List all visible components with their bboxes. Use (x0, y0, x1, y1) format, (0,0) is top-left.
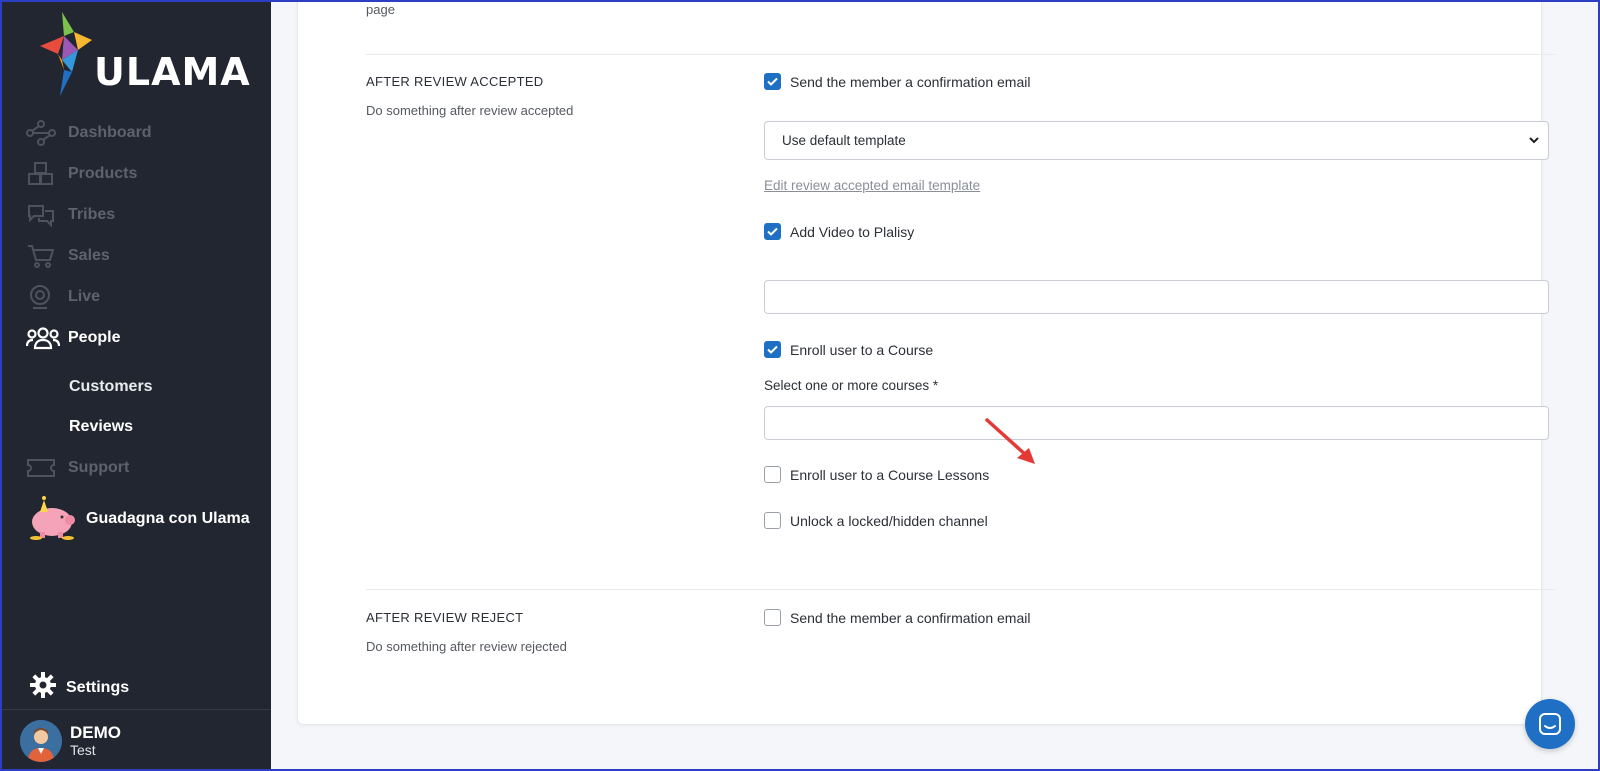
sidebar-item-tribes[interactable]: Tribes (26, 200, 115, 230)
checkbox-label: Enroll user to a Course (790, 341, 934, 358)
checkbox-label: Send the member a confirmation email (790, 609, 1031, 626)
section-desc-rejected: Do something after review rejected (366, 639, 567, 654)
sidebar-item-label: Tribes (68, 206, 116, 223)
annotation-arrow-icon (985, 418, 1035, 464)
chat-bubbles-icon (26, 202, 60, 228)
people-icon (26, 325, 60, 351)
sidebar-item-live[interactable]: Live (26, 282, 100, 312)
settings-card: page AFTER REVIEW ACCEPTED Do something … (297, 0, 1556, 725)
chat-icon (1539, 713, 1561, 735)
sidebar-item-label: Products (68, 165, 138, 182)
brand-logo[interactable]: ULAMA (34, 10, 250, 100)
promo-label: Guadagna con Ulama (86, 509, 250, 527)
ticket-icon (26, 455, 60, 481)
sidebar-item-people[interactable]: People (26, 323, 120, 353)
enroll-course-option[interactable]: Enroll user to a Course (764, 341, 933, 358)
brand-name: ULAMA (94, 50, 251, 94)
courses-input[interactable] (764, 406, 1549, 440)
user-name: DEMO (70, 723, 121, 742)
checkbox-label: Send the member a confirmation email (790, 73, 1031, 90)
network-icon (26, 120, 60, 146)
sidebar-item-products[interactable]: Products (26, 159, 137, 189)
checkbox-label: Enroll user to a Course Lessons (790, 466, 990, 483)
sidebar: ULAMA Dashboard Products Tribes Sales Li… (0, 0, 271, 771)
sidebar-item-label: Live (68, 288, 101, 305)
sidebar-promo[interactable]: Guadagna con Ulama (26, 490, 250, 547)
sidebar-item-label: Dashboard (68, 124, 152, 141)
page-fragment-text: page (366, 2, 395, 17)
email-template-select[interactable]: Use default template (764, 121, 1549, 160)
section-divider (366, 54, 1556, 55)
check-icon (767, 77, 778, 86)
checkbox-unchecked[interactable] (764, 466, 781, 483)
video-input[interactable] (764, 280, 1549, 314)
settings-label: Settings (66, 678, 130, 696)
main-content: page AFTER REVIEW ACCEPTED Do something … (271, 0, 1600, 771)
section-title-accepted: AFTER REVIEW ACCEPTED (366, 74, 544, 89)
courses-field-label: Select one or more courses * (764, 378, 939, 393)
user-profile[interactable]: DEMO Test (20, 720, 121, 762)
checkbox-label: Add Video to Plalisy (790, 223, 915, 240)
send-email-rejected-option[interactable]: Send the member a confirmation email (764, 609, 1030, 626)
unlock-channel-option[interactable]: Unlock a locked/hidden channel (764, 512, 988, 529)
checkbox-checked[interactable] (764, 73, 781, 90)
chat-support-button[interactable] (1525, 699, 1575, 749)
boxes-icon (26, 161, 60, 187)
send-email-accepted-option[interactable]: Send the member a confirmation email (764, 73, 1030, 90)
sidebar-item-sales[interactable]: Sales (26, 241, 110, 271)
checkbox-checked[interactable] (764, 341, 781, 358)
sidebar-item-label: People (68, 329, 121, 346)
webcam-icon (26, 284, 60, 310)
checkbox-checked[interactable] (764, 223, 781, 240)
piggy-bank-icon (26, 490, 78, 547)
checkbox-label: Unlock a locked/hidden channel (790, 512, 988, 529)
select-value: Use default template (782, 133, 906, 148)
edit-email-template-link[interactable]: Edit review accepted email template (764, 178, 980, 193)
check-icon (767, 227, 778, 236)
sidebar-subitem-customers[interactable]: Customers (69, 378, 153, 396)
check-icon (767, 345, 778, 354)
add-video-option[interactable]: Add Video to Plalisy (764, 223, 914, 240)
cart-icon (26, 243, 60, 269)
avatar (20, 720, 62, 762)
sidebar-subitem-reviews[interactable]: Reviews (69, 418, 133, 436)
sidebar-item-dashboard[interactable]: Dashboard (26, 118, 152, 148)
checkbox-unchecked[interactable] (764, 609, 781, 626)
sidebar-item-settings[interactable]: Settings (30, 672, 129, 703)
user-subtitle: Test (70, 742, 96, 758)
sidebar-divider (0, 709, 271, 710)
section-desc-accepted: Do something after review accepted (366, 103, 574, 118)
chevron-down-icon (1528, 134, 1540, 149)
section-divider (366, 589, 1556, 590)
section-title-rejected: AFTER REVIEW REJECT (366, 610, 524, 625)
enroll-lessons-option[interactable]: Enroll user to a Course Lessons (764, 466, 989, 483)
sidebar-item-label: Sales (68, 247, 110, 264)
checkbox-unchecked[interactable] (764, 512, 781, 529)
sidebar-item-label: Support (68, 459, 130, 476)
gear-icon (30, 672, 56, 703)
sidebar-item-support[interactable]: Support (26, 453, 129, 483)
